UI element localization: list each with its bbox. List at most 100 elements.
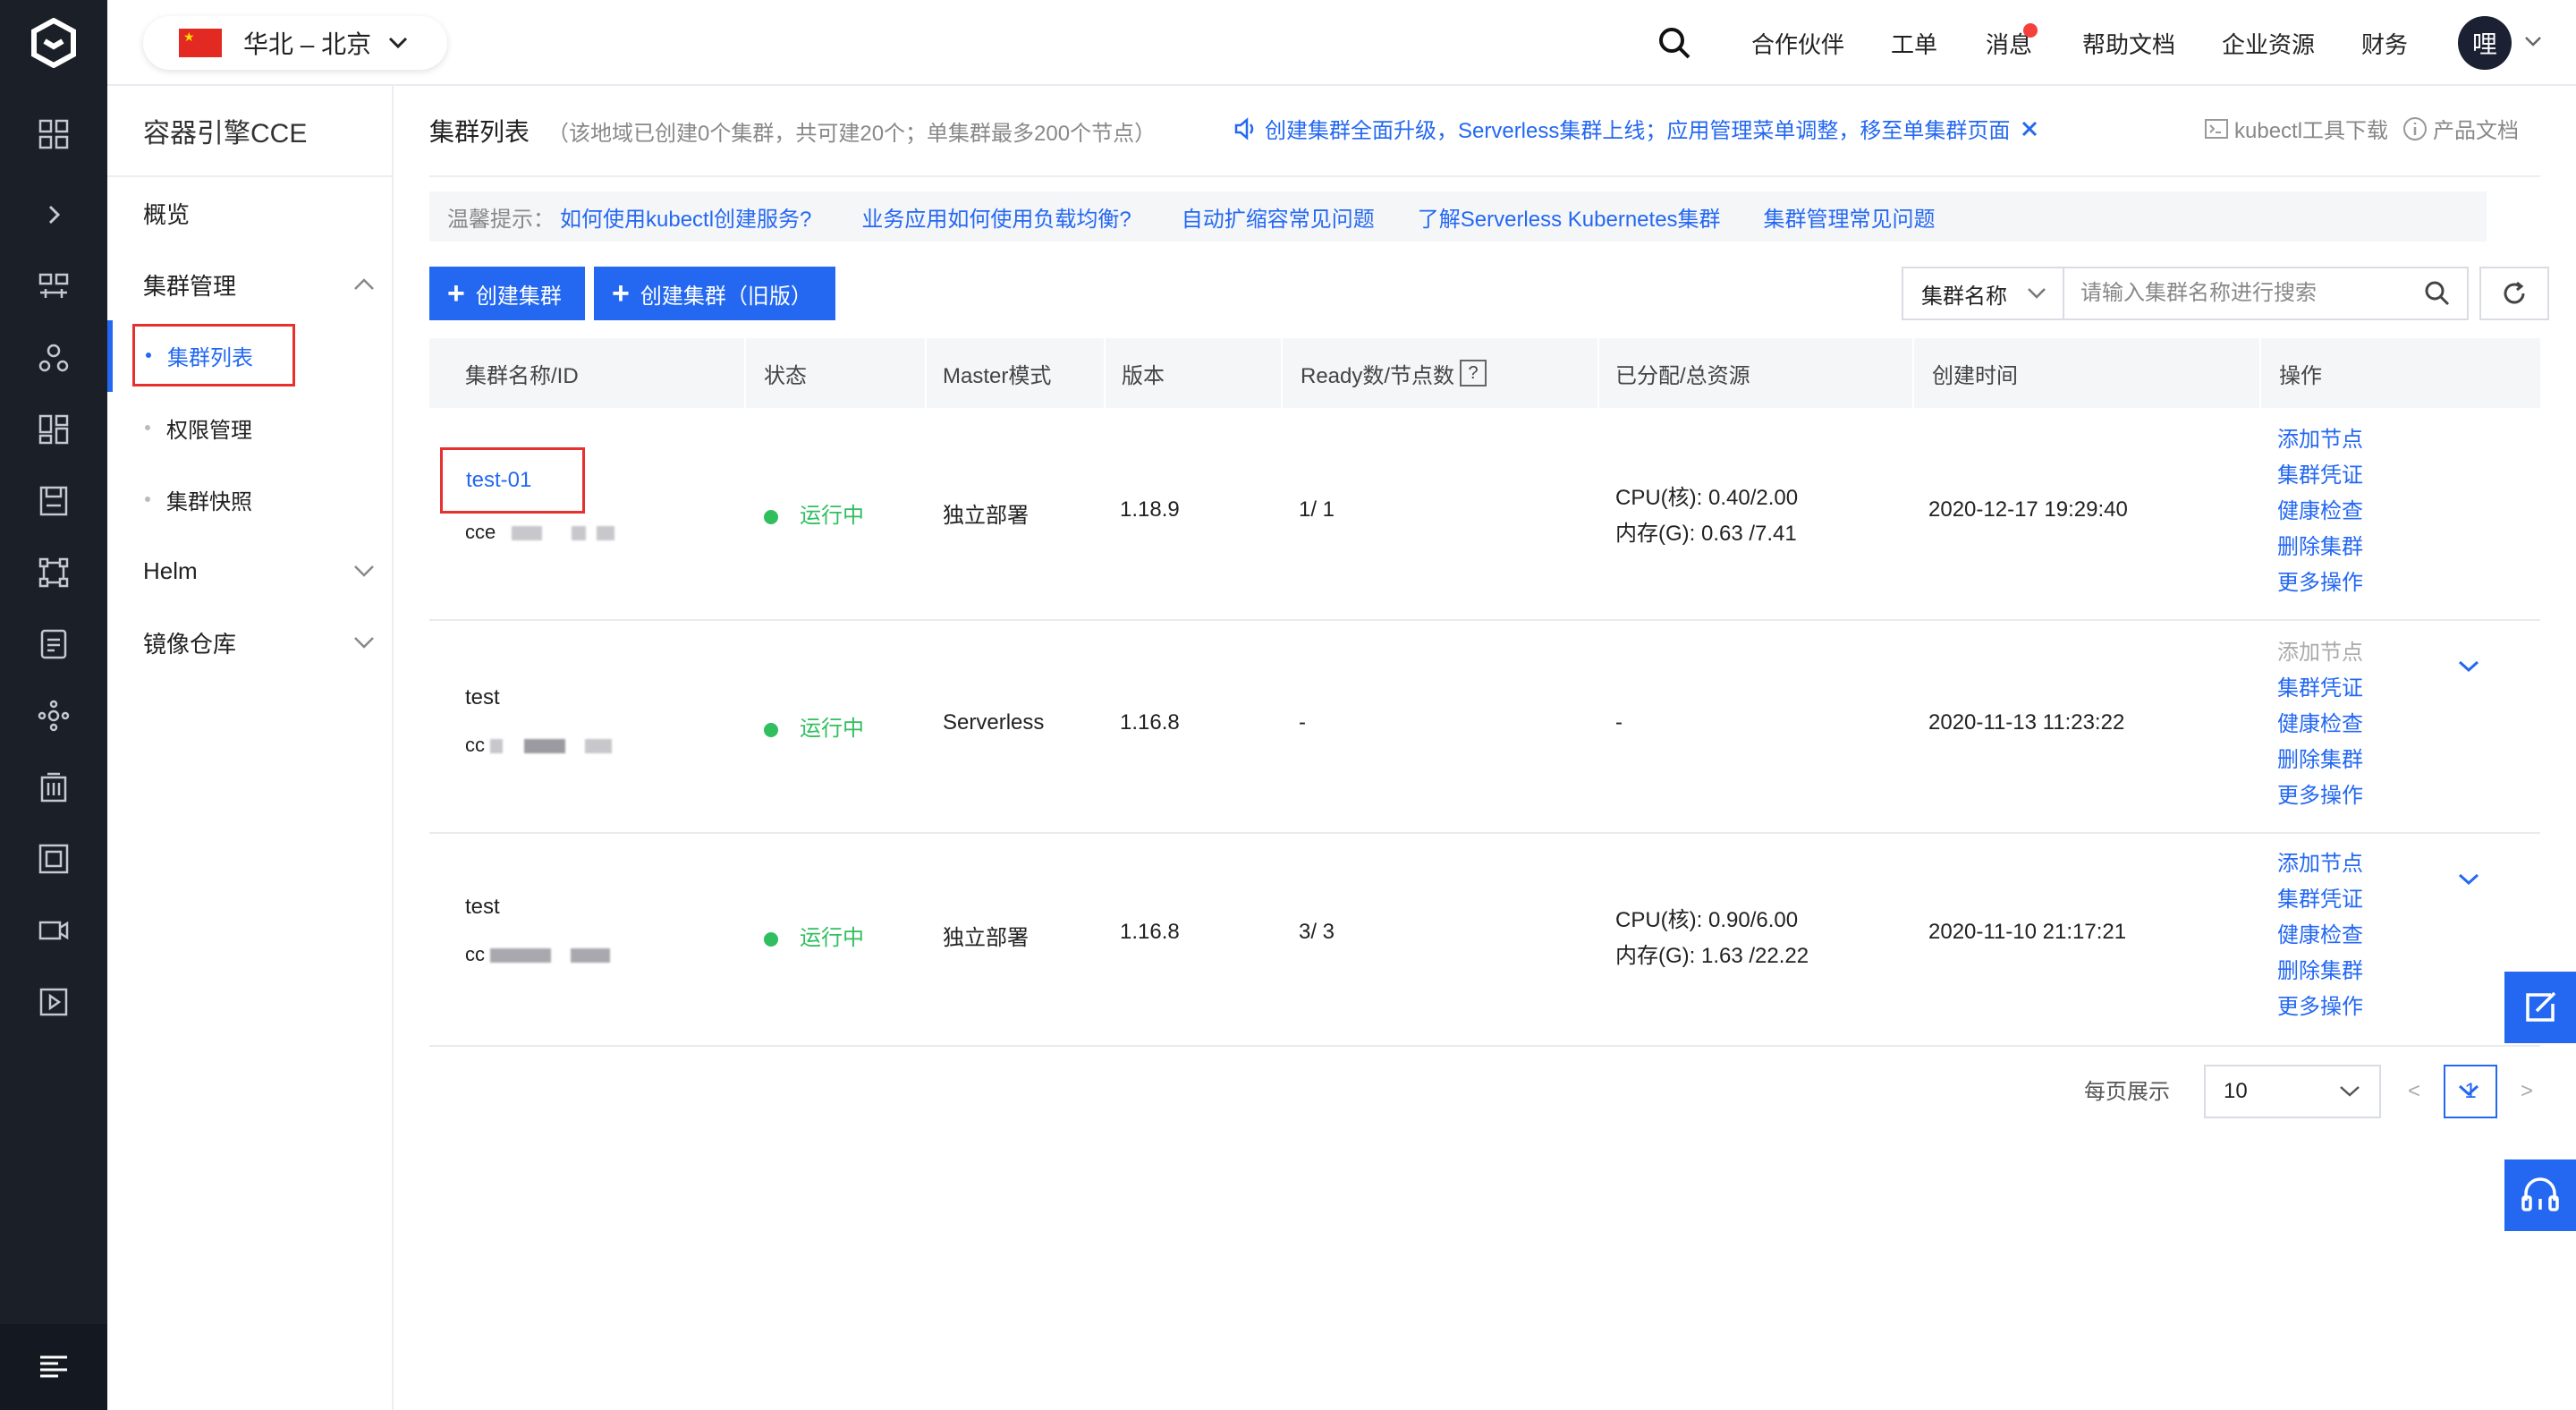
region-selector[interactable]: 华北 – 北京 <box>143 16 447 70</box>
sidebar-item-cluster-mgmt[interactable]: 集群管理 <box>143 249 376 320</box>
delete-cluster-link[interactable]: 删除集群 <box>2277 530 2363 565</box>
add-node-link[interactable]: 添加节点 <box>2277 846 2363 882</box>
cluster-name-link[interactable]: test <box>465 895 500 920</box>
document-icon[interactable] <box>0 617 107 671</box>
nav-help-docs[interactable]: 帮助文档 <box>2082 0 2175 86</box>
chevron-down-icon <box>354 637 374 649</box>
next-page-button[interactable]: > <box>2521 1079 2533 1104</box>
delete-cluster-link[interactable]: 删除集群 <box>2277 954 2363 990</box>
column-header-label: Ready数/节点数 <box>1301 363 1455 388</box>
tip-link[interactable]: 业务应用如何使用负载均衡? <box>861 201 1131 233</box>
health-check-link[interactable]: 健康检查 <box>2277 918 2363 954</box>
chevron-down-icon <box>389 37 408 49</box>
node-count-link[interactable]: 1/ 1 <box>1299 497 1335 522</box>
play-icon[interactable] <box>0 975 107 1029</box>
network-icon[interactable] <box>0 546 107 599</box>
cluster-id: cc <box>465 943 611 966</box>
video-icon[interactable] <box>0 904 107 957</box>
delete-cluster-link[interactable]: 删除集群 <box>2277 743 2363 778</box>
column-header: Master模式 <box>943 363 1052 388</box>
nav-tickets[interactable]: 工单 <box>1891 0 1937 86</box>
search-field-select[interactable]: 集群名称 <box>1903 268 2064 319</box>
sidebar-item-snapshots[interactable]: 集群快照 <box>145 463 252 535</box>
column-header: 集群名称/ID <box>465 363 579 388</box>
create-cluster-button[interactable]: + 创建集群 <box>429 267 585 320</box>
grid-icon[interactable] <box>0 403 107 456</box>
table-row: test cc 运行中 Serverless 1.16.8 - - 2020-1… <box>429 621 2540 886</box>
nav-messages[interactable]: 消息 <box>1986 0 2032 86</box>
cluster-name-link[interactable]: test <box>465 685 500 710</box>
cluster-credential-link[interactable]: 集群凭证 <box>2277 882 2363 918</box>
sidebar-item-permissions[interactable]: 权限管理 <box>145 392 252 463</box>
monitor-icon[interactable] <box>0 832 107 886</box>
nav-finance[interactable]: 财务 <box>2361 0 2408 86</box>
nav-partners[interactable]: 合作伙伴 <box>1751 0 1844 86</box>
kubectl-download-link[interactable]: kubectl工具下载 <box>2234 113 2388 144</box>
master-mode: 独立部署 <box>943 504 1029 528</box>
prev-page-button[interactable]: < <box>2408 1079 2420 1104</box>
avatar-chevron-icon[interactable] <box>2524 36 2542 48</box>
avatar[interactable]: 哩 <box>2458 16 2512 70</box>
sidebar-item-label: 镜像仓库 <box>143 630 237 658</box>
expand-chevron-icon[interactable] <box>0 188 107 242</box>
refresh-button[interactable] <box>2479 267 2549 320</box>
more-actions-link[interactable]: 更多操作 <box>2277 778 2363 814</box>
cluster-id-prefix: cc <box>465 734 485 756</box>
more-actions-link[interactable]: 更多操作 <box>2277 565 2363 601</box>
menu-toggle-icon[interactable] <box>0 1324 107 1410</box>
page-number-current[interactable]: 1 <box>2444 1065 2498 1118</box>
logo-icon[interactable] <box>0 0 107 86</box>
tip-link[interactable]: 如何使用kubectl创建服务? <box>560 201 811 233</box>
tip-link[interactable]: 自动扩缩容常见问题 <box>1182 201 1375 233</box>
add-node-link[interactable]: 添加节点 <box>2277 422 2363 458</box>
search-icon[interactable] <box>1657 0 1692 86</box>
storage-icon[interactable] <box>0 474 107 528</box>
node-count-link[interactable]: 3/ 3 <box>1299 920 1335 945</box>
sidebar-item-cluster-list[interactable]: 集群列表 <box>132 324 295 386</box>
button-label: 创建集群（旧版） <box>640 284 812 309</box>
cluster-id: cc <box>465 734 613 757</box>
sidebar-item-registry[interactable]: 镜像仓库 <box>143 607 376 678</box>
apps-icon[interactable] <box>0 259 107 313</box>
close-icon[interactable] <box>2021 120 2038 138</box>
region-label: 华北 – 北京 <box>243 30 372 58</box>
column-header: 创建时间 <box>1932 363 2018 388</box>
redacted-block <box>524 739 566 754</box>
sidebar-item-overview[interactable]: 概览 <box>143 177 190 249</box>
more-actions-link[interactable]: 更多操作 <box>2277 990 2363 1025</box>
health-check-link[interactable]: 健康检查 <box>2277 707 2363 743</box>
product-docs-link[interactable]: 产品文档 <box>2433 113 2519 144</box>
cluster-credential-link[interactable]: 集群凭证 <box>2277 671 2363 707</box>
bullet-icon <box>145 497 150 502</box>
status-text: 运行中 <box>800 717 864 741</box>
column-header: 已分配/总资源 <box>1615 363 1750 388</box>
page-title: 集群列表 <box>429 118 530 146</box>
help-icon[interactable]: ? <box>1460 360 1487 386</box>
announcement-link[interactable]: 创建集群全面升级，Serverless集群上线；应用管理菜单调整，移至单集群页面 <box>1265 113 2010 144</box>
create-cluster-legacy-button[interactable]: + 创建集群（旧版） <box>594 267 835 320</box>
health-check-link[interactable]: 健康检查 <box>2277 494 2363 530</box>
search-icon[interactable] <box>2424 280 2451 307</box>
tips-bar: 温馨提示： 如何使用kubectl创建服务? 业务应用如何使用负载均衡? 自动扩… <box>429 191 2487 242</box>
version: 1.18.9 <box>1120 497 1180 522</box>
cluster-nodes-icon[interactable] <box>0 331 107 385</box>
dashboard-icon[interactable] <box>0 107 107 161</box>
search-field-label: 集群名称 <box>1921 284 2007 309</box>
column-divider <box>1912 338 1914 408</box>
feedback-button[interactable] <box>2504 972 2576 1043</box>
cluster-name-link[interactable]: test-01 <box>440 447 585 514</box>
search-input[interactable] <box>2064 268 2424 319</box>
table-row: test cc 运行中 独立部署 1.16.8 3/ 3 CPU(核): 0.9… <box>429 834 2540 1097</box>
cluster-credential-link[interactable]: 集群凭证 <box>2277 458 2363 494</box>
sidebar-item-helm[interactable]: Helm <box>143 535 376 607</box>
building-icon[interactable] <box>0 760 107 814</box>
customer-service-button[interactable] <box>2504 1159 2576 1231</box>
molecule-icon[interactable] <box>0 689 107 743</box>
page-size-select[interactable]: 10 <box>2204 1065 2381 1118</box>
tip-link[interactable]: 了解Serverless Kubernetes集群 <box>1418 201 1721 233</box>
nav-enterprise[interactable]: 企业资源 <box>2222 0 2315 86</box>
speaker-icon <box>1234 116 1254 140</box>
bullet-icon <box>146 352 151 358</box>
column-divider <box>1104 338 1106 408</box>
tip-link[interactable]: 集群管理常见问题 <box>1764 201 1936 233</box>
